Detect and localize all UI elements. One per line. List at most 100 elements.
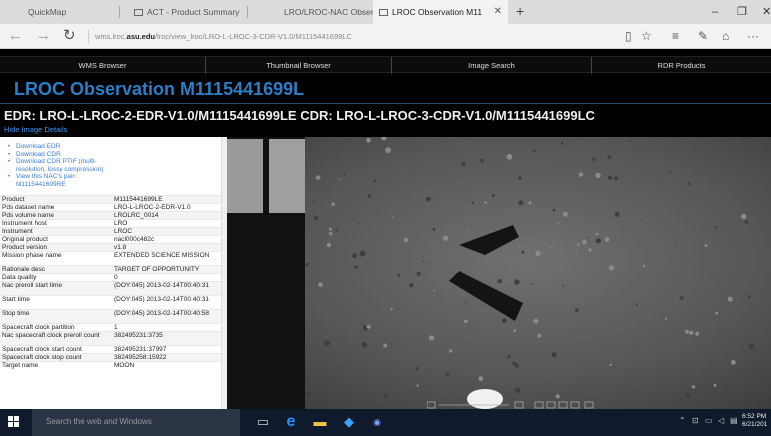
network-icon[interactable]: ⊡ <box>692 416 699 425</box>
property-key: Spacecraft clock start count <box>2 346 82 353</box>
crater <box>533 318 539 324</box>
property-value: 0 <box>114 274 118 281</box>
close-window-icon[interactable]: ✕ <box>762 0 771 24</box>
tab-label: QuickMap <box>28 7 67 17</box>
tab-act-product-summary[interactable]: ACT - Product Summary <box>120 0 248 24</box>
crater <box>528 201 532 205</box>
minimize-icon[interactable]: – <box>712 0 718 24</box>
property-value: 382495231:3735 <box>114 332 163 339</box>
tab-quickmap[interactable]: QuickMap <box>0 0 120 24</box>
crater <box>614 212 620 217</box>
nav-image-search[interactable]: Image Search <box>392 57 592 74</box>
crater <box>588 248 592 252</box>
thumbnail-strip-1[interactable] <box>227 139 263 213</box>
view-nac-pair-link[interactable]: • View this NAC's pair: M1115441699RE <box>8 173 118 188</box>
property-value: (DOY:045) 2013-02-14T00:40:58 <box>114 310 210 317</box>
property-key: Mission phase name <box>2 252 62 259</box>
screen: QuickMap ACT - Product Summary LRO/LROC-… <box>0 0 771 436</box>
share-icon[interactable]: ⌂ <box>722 28 729 44</box>
favorites-star-icon[interactable]: ☆ <box>641 28 652 44</box>
app-icon[interactable]: ◆ <box>340 413 358 431</box>
crater <box>352 253 357 259</box>
edge-browser-icon[interactable]: e <box>282 413 300 431</box>
crater <box>518 200 524 206</box>
crater <box>607 155 612 159</box>
maximize-icon[interactable]: ❐ <box>737 0 747 24</box>
crater <box>576 243 580 246</box>
property-row: Nac preroll start time (DOY:045) 2013-02-… <box>0 281 222 295</box>
crater <box>409 283 414 288</box>
crater <box>463 319 468 324</box>
crater <box>464 301 467 303</box>
download-cdr-ptif-link[interactable]: • Download CDR PTIF (multi-resolution, lo… <box>8 158 118 173</box>
thumbnail-strip-2[interactable] <box>269 139 305 213</box>
windows-start-icon[interactable] <box>8 416 20 428</box>
crater <box>514 279 520 285</box>
show-hidden-icons-icon[interactable]: ⌃ <box>679 416 686 425</box>
tab-label: LROC Observation M11 <box>392 7 483 17</box>
zoom-controls[interactable] <box>427 401 627 409</box>
crater <box>489 210 491 212</box>
crater <box>338 178 341 181</box>
file-explorer-icon[interactable]: ▬ <box>311 413 329 431</box>
crater <box>329 232 333 236</box>
property-row: Instrument LROC <box>0 227 222 235</box>
forward-icon[interactable]: → <box>36 26 51 46</box>
tab-lroc-observation[interactable]: LROC Observation M11 ✕ <box>373 0 508 24</box>
download-edr-link[interactable]: • Download EDR <box>8 143 118 151</box>
property-row: Instrument host LRO <box>0 219 222 227</box>
task-view-icon[interactable]: ▭ <box>254 413 272 431</box>
crater <box>560 141 564 145</box>
crater <box>445 372 450 377</box>
reading-view-icon[interactable]: ▯ <box>625 28 632 44</box>
crater <box>341 367 344 369</box>
crater <box>514 363 519 368</box>
crater <box>433 289 435 292</box>
app-icon-small[interactable]: ◉ <box>368 413 386 431</box>
close-tab-icon[interactable]: ✕ <box>494 0 502 24</box>
crater <box>744 220 749 224</box>
battery-icon[interactable]: ▭ <box>705 416 713 425</box>
hide-image-details-link[interactable]: Hide Image Details <box>4 125 67 134</box>
crater <box>685 329 689 334</box>
url-field[interactable]: wms.lroc.asu.edu/lroc/view_lroc/LRO-L-LR… <box>88 30 352 43</box>
hub-icon[interactable]: ≡ <box>672 28 679 44</box>
property-value: LRO <box>114 220 128 227</box>
nav-thumbnail-browser[interactable]: Thumbnail Browser <box>206 57 392 74</box>
crater <box>549 383 551 385</box>
new-tab-button[interactable]: + <box>516 0 524 22</box>
property-row: Mission phase name EXTENDED SCIENCE MISSI… <box>0 251 222 265</box>
lunar-surface-image <box>227 137 771 409</box>
volume-icon[interactable]: ◁ <box>718 416 724 425</box>
download-cdr-link[interactable]: • Download CDR <box>8 151 118 159</box>
crater <box>575 251 578 254</box>
web-note-icon[interactable]: ✎ <box>698 28 708 44</box>
crater <box>595 172 601 179</box>
link-text: Download EDR <box>16 143 61 150</box>
nav-wms-browser[interactable]: WMS Browser <box>0 57 206 74</box>
back-icon[interactable]: ← <box>8 26 23 46</box>
more-icon[interactable]: ··· <box>747 28 759 44</box>
system-clock[interactable]: 6:52 PM 6/21/201 <box>742 413 767 429</box>
property-value: TARGET OF OPPORTUNITY <box>114 266 200 273</box>
property-value: M1115441699LE <box>114 196 163 203</box>
windows-taskbar: Search the web and Windows ▭ e ▬ ◆ ◉ ⌃ ⊡… <box>0 409 771 436</box>
crater <box>478 376 484 382</box>
notifications-icon[interactable]: ▤ <box>730 416 738 425</box>
link-text: Download CDR <box>16 150 61 158</box>
clock-time: 6:52 PM <box>742 413 767 420</box>
refresh-icon[interactable]: ↻ <box>63 26 76 46</box>
lunar-image-viewer[interactable] <box>227 137 771 409</box>
crater <box>383 343 388 348</box>
tab-lroc-nac-observatio[interactable]: LRO/LROC-NAC Observatio <box>248 0 373 24</box>
property-value: 382495231:37997 <box>114 346 167 353</box>
download-links: • Download EDR • Download CDR • Download CD… <box>8 143 118 189</box>
property-key: Product <box>2 196 25 203</box>
crater <box>535 250 541 256</box>
crater <box>480 158 484 163</box>
crater <box>714 226 717 229</box>
property-value: (DOY:045) 2013-02-14T00:40:31 <box>114 282 210 289</box>
taskbar-search-box[interactable]: Search the web and Windows <box>32 409 240 436</box>
nav-rdr-products[interactable]: RDR Products <box>592 57 771 74</box>
crater <box>343 173 346 176</box>
